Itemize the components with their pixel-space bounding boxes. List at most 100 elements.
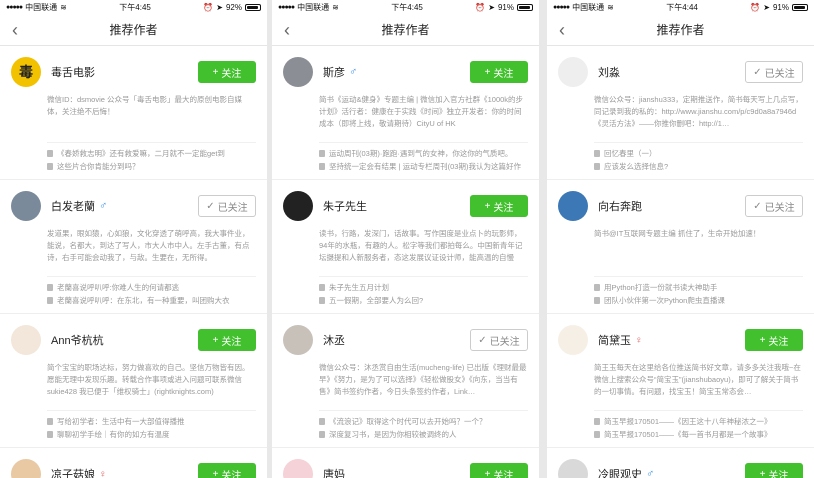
document-icon xyxy=(47,284,53,291)
author-intro: 简书@IT互联网专题主编 抓住了，生命开始加速！ xyxy=(594,229,761,238)
back-arrow-icon[interactable]: ‹ xyxy=(551,18,573,42)
following-button[interactable]: ✓ 已关注 xyxy=(470,329,528,351)
article-title[interactable]: 坚持统一定会有结果 | 运动专栏周刊(03期)我认为这篇好作 xyxy=(329,161,521,172)
author-name-text[interactable]: 沐丞 xyxy=(323,332,345,348)
author-name-text[interactable]: 向右奔跑 xyxy=(598,198,642,214)
article-link[interactable]: 五一假期，全部要人为么回? xyxy=(319,294,528,307)
article-link[interactable]: 聊聊初学手绘｜有你的如方有温度 xyxy=(47,428,256,441)
avatar[interactable] xyxy=(11,191,41,221)
author-name[interactable]: 斯彦 ♂ xyxy=(323,64,470,80)
article-title[interactable]: 老蘭喜说呼叭呼：在东北，有一种重要，叫团购大衣 xyxy=(57,295,230,306)
author-name-text[interactable]: 简黛玉 xyxy=(598,332,631,348)
plus-icon: + xyxy=(484,66,491,78)
back-arrow-icon[interactable]: ‹ xyxy=(4,18,26,42)
author-name[interactable]: 白发老蘭 ♂ xyxy=(51,198,198,214)
author-name[interactable]: 沐丞 xyxy=(323,332,470,348)
recent-articles: 简玉早报170501——《因王这十八年神秘浓之一》 简玉早报170501——《每一… xyxy=(594,410,803,447)
article-title[interactable]: 写给初学者：生活中有一大部值得播推 xyxy=(57,416,185,427)
avatar[interactable] xyxy=(558,57,588,87)
follow-button[interactable]: + 关注 xyxy=(470,61,528,83)
article-title[interactable]: 老蘭喜说呼叭呼:你难人生的何请都逃 xyxy=(57,282,179,293)
article-title[interactable]: 深度复习书，是因为你相较被调终的人 xyxy=(329,429,457,440)
avatar[interactable] xyxy=(558,459,588,478)
author-name[interactable]: 刘淼 xyxy=(598,64,745,80)
author-name[interactable]: 凉子菇娘 ♀ xyxy=(51,466,198,478)
follow-button[interactable]: + 关注 xyxy=(470,463,528,478)
author-name-text[interactable]: 朱子先生 xyxy=(323,198,367,214)
following-button[interactable]: ✓ 已关注 xyxy=(745,61,803,83)
following-button[interactable]: ✓ 已关注 xyxy=(745,195,803,217)
follow-button[interactable]: + 关注 xyxy=(745,329,803,351)
avatar[interactable] xyxy=(283,325,313,355)
article-link[interactable]: 老蘭喜说呼叭呼：在东北，有一种重要，叫团购大衣 xyxy=(47,294,256,307)
article-title[interactable]: 朱子先生五月计划 xyxy=(329,282,389,293)
author-name[interactable]: 朱子先生 xyxy=(323,198,470,214)
article-link[interactable]: 朱子先生五月计划 xyxy=(319,281,528,294)
article-link[interactable]: 这些片合你肯能分到吗？ xyxy=(47,160,256,173)
check-icon: ✓ xyxy=(206,200,215,212)
article-link[interactable]: 简玉早报170501——《因王这十八年神秘浓之一》 xyxy=(594,415,803,428)
article-title[interactable]: 回忆春里（一） xyxy=(604,148,657,159)
article-link[interactable]: 用Python打造一份就书读大神助手 xyxy=(594,281,803,294)
article-link[interactable]: 《春娇救志明》还有救爱嘛，二月就不一定能get到 xyxy=(47,147,256,160)
author-name-text[interactable]: 冷眼观史 xyxy=(598,466,642,478)
avatar[interactable] xyxy=(11,459,41,478)
following-button[interactable]: ✓ 已关注 xyxy=(198,195,256,217)
article-title[interactable]: 这些片合你肯能分到吗？ xyxy=(57,161,140,172)
article-link[interactable]: 《流浪记》取得这个时代可以去开始吗？一个？ xyxy=(319,415,528,428)
avatar[interactable]: 毒 xyxy=(11,57,41,87)
author-name[interactable]: 冷眼观史 ♂ xyxy=(598,466,745,478)
avatar[interactable] xyxy=(283,191,313,221)
avatar[interactable] xyxy=(283,459,313,478)
follow-label: 关注 xyxy=(221,470,242,478)
article-title[interactable]: 运动周刊(03期)·跑跑·遇到气的女神，你这你的气质吧。 xyxy=(329,148,512,159)
article-link[interactable]: 坚持统一定会有结果 | 运动专栏周刊(03期)我认为这篇好作 xyxy=(319,160,528,173)
avatar[interactable] xyxy=(283,57,313,87)
article-link[interactable]: 写给初学者：生活中有一大部值得播推 xyxy=(47,415,256,428)
back-arrow-icon[interactable]: ‹ xyxy=(276,18,298,42)
follow-button[interactable]: + 关注 xyxy=(198,329,256,351)
article-title[interactable]: 团队小伙伴第一次Python爬虫直播课 xyxy=(604,295,725,306)
author-name[interactable]: 毒舌电影 xyxy=(51,64,198,80)
author-name[interactable]: 向右奔跑 xyxy=(598,198,745,214)
follow-label: 已关注 xyxy=(217,202,248,214)
follow-button[interactable]: + 关注 xyxy=(198,61,256,83)
author-name[interactable]: 唐妈 xyxy=(323,466,470,478)
follow-button[interactable]: + 关注 xyxy=(470,195,528,217)
avatar[interactable] xyxy=(11,325,41,355)
document-icon xyxy=(319,418,325,425)
author-name-text[interactable]: Ann爷杭杭 xyxy=(51,332,104,348)
author-name[interactable]: 简黛玉 ♀ xyxy=(598,332,745,348)
author-name-text[interactable]: 凉子菇娘 xyxy=(51,466,95,478)
author-name-text[interactable]: 斯彦 xyxy=(323,64,345,80)
article-title[interactable]: 用Python打造一份就书读大神助手 xyxy=(604,282,717,293)
author-name-text[interactable]: 白发老蘭 xyxy=(51,198,95,214)
article-title[interactable]: 简玉早报170501——《每一首书月都是一个故事》 xyxy=(604,429,772,440)
avatar[interactable] xyxy=(558,325,588,355)
article-link[interactable]: 深度复习书，是因为你相较被调终的人 xyxy=(319,428,528,441)
battery-icon xyxy=(244,3,261,11)
follow-button[interactable]: + 关注 xyxy=(745,463,803,478)
battery-percent: 92% xyxy=(225,2,242,12)
article-title[interactable]: 五一假期，全部要人为么回? xyxy=(329,295,423,306)
avatar[interactable] xyxy=(558,191,588,221)
article-title[interactable]: 应该发么选择信息? xyxy=(604,161,668,172)
article-link[interactable]: 回忆春里（一） xyxy=(594,147,803,160)
article-title[interactable]: 简玉早报170501——《因王这十八年神秘浓之一》 xyxy=(604,416,772,427)
author-name-text[interactable]: 刘淼 xyxy=(598,64,620,80)
status-left: ●●●●● 中国联通 ≋ xyxy=(553,2,614,13)
status-bar: ●●●●● 中国联通 ≋ 下午4:44 ⏰ ➤ 91% xyxy=(547,0,814,14)
article-link[interactable]: 团队小伙伴第一次Python爬虫直播课 xyxy=(594,294,803,307)
article-link[interactable]: 简玉早报170501——《每一首书月都是一个故事》 xyxy=(594,428,803,441)
article-link[interactable]: 老蘭喜说呼叭呼:你难人生的何请都逃 xyxy=(47,281,256,294)
author-name[interactable]: Ann爷杭杭 xyxy=(51,332,198,348)
article-link[interactable]: 应该发么选择信息? xyxy=(594,160,803,173)
article-link[interactable]: 运动周刊(03期)·跑跑·遇到气的女神，你这你的气质吧。 xyxy=(319,147,528,160)
author-name-text[interactable]: 毒舌电影 xyxy=(51,64,95,80)
article-title[interactable]: 聊聊初学手绘｜有你的如方有温度 xyxy=(57,429,170,440)
author-name-text[interactable]: 唐妈 xyxy=(323,466,345,478)
article-title[interactable]: 《春娇救志明》还有救爱嘛，二月就不一定能get到 xyxy=(57,148,225,159)
follow-button[interactable]: + 关注 xyxy=(198,463,256,478)
author-card: Ann爷杭杭 + 关注 简个宝宝的职场达标，努力做喜欢的自己。坚信万物皆有因。愿能无理… xyxy=(0,313,267,447)
article-title[interactable]: 《流浪记》取得这个时代可以去开始吗？一个？ xyxy=(329,416,487,427)
